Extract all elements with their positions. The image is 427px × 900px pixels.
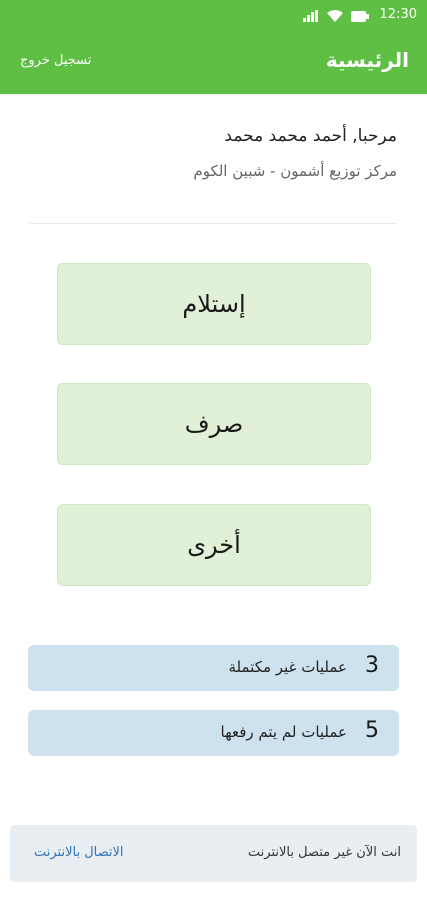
divider [30, 223, 397, 224]
unuploaded-label: عمليات لم يتم رفعها [220, 723, 347, 741]
offline-banner: انت الآن غير متصل بالانترنت الاتصال بالا… [10, 825, 417, 882]
battery-icon [351, 10, 369, 22]
other-button[interactable]: أخرى [57, 504, 371, 586]
unuploaded-operations-box[interactable]: 5 عمليات لم يتم رفعها [28, 710, 399, 756]
receive-button[interactable]: إستلام [57, 263, 371, 345]
connect-internet-link[interactable]: الاتصال بالانترنت [34, 845, 124, 860]
user-greeting: مرحبا, أحمد محمد محمد [224, 126, 397, 146]
incomplete-operations-box[interactable]: 3 عمليات غير مكتملة [28, 645, 399, 691]
dispense-button[interactable]: صرف [57, 383, 371, 465]
status-icons [303, 9, 369, 23]
signal-icon [303, 10, 318, 22]
offline-message: انت الآن غير متصل بالانترنت [247, 845, 401, 860]
status-time: 12:30 [379, 7, 417, 22]
distribution-center: مركز توزيع أشمون - شبين الكوم [193, 162, 397, 180]
page-title: الرئيسية [325, 48, 409, 72]
status-bar: 12:30 [0, 0, 427, 32]
incomplete-label: عمليات غير مكتملة [228, 658, 347, 676]
unuploaded-count: 5 [365, 718, 379, 743]
incomplete-count: 3 [365, 653, 379, 678]
logout-button[interactable]: تسجيل خروج [20, 53, 91, 68]
wifi-icon [327, 10, 343, 22]
app-bar: الرئيسية تسجيل خروج [0, 32, 427, 94]
